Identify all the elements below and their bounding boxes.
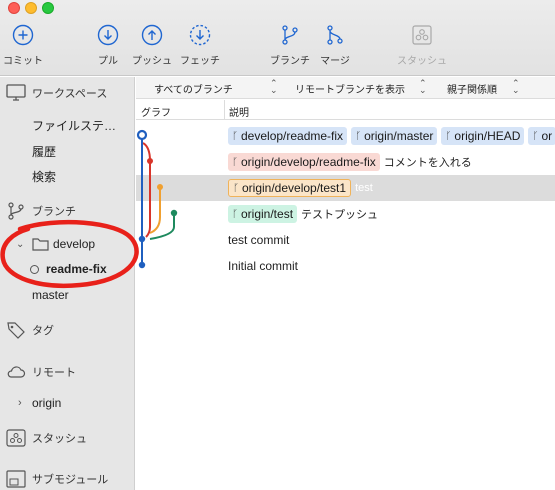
commit-node[interactable] bbox=[147, 158, 153, 164]
branch-icon: ᚴ bbox=[232, 208, 238, 220]
commit-button[interactable]: コミット bbox=[3, 24, 43, 67]
branch-label-pill[interactable]: ᚴ origin/develop/readme-fix bbox=[228, 153, 380, 171]
branch-label-pill[interactable]: ᚴ or bbox=[528, 127, 555, 145]
commit-description: Initial commit bbox=[228, 253, 298, 279]
sidebar-item-history[interactable]: 履歴 bbox=[0, 140, 135, 162]
order-select[interactable]: 親子関係順 bbox=[447, 81, 497, 96]
stash-icon bbox=[6, 429, 26, 447]
branch-label[interactable]: ブランチ bbox=[268, 52, 312, 67]
branch-label-text: or bbox=[541, 129, 553, 143]
sidebar-item-label: origin bbox=[32, 396, 62, 410]
sidebar-item-file-status[interactable]: ファイルステ… bbox=[0, 114, 135, 136]
push-label: プッシュ bbox=[132, 56, 172, 67]
description-column-header[interactable]: 説明 bbox=[229, 104, 249, 119]
sidebar-section-stashes[interactable]: スタッシュ bbox=[0, 427, 135, 449]
branch-label-pill[interactable]: ᚴ origin/develop/test1 bbox=[228, 179, 352, 197]
updown-chevron-icon[interactable]: ⌃ ⌄ bbox=[419, 79, 427, 95]
arrow-up-circle-icon bbox=[141, 24, 163, 46]
commit-description: ᚴ origin/develop/test1 test bbox=[228, 175, 373, 201]
branch-button[interactable]: ブランチ bbox=[268, 24, 312, 67]
branch-label-pill[interactable]: ᚴ develop/readme-fix bbox=[228, 127, 348, 145]
commit-node-head[interactable] bbox=[136, 129, 148, 141]
sidebar-workspace-label: ワークスペース bbox=[32, 88, 108, 100]
graph-line-orange bbox=[149, 187, 161, 234]
commit-message: Initial commit bbox=[228, 259, 299, 273]
chevron-right-icon[interactable]: › bbox=[18, 397, 22, 409]
submodule-icon bbox=[6, 470, 26, 488]
sidebar-item-label: 履歴 bbox=[32, 144, 57, 159]
branch-label-text: origin/develop/readme-fix bbox=[241, 155, 376, 169]
branch-label-pill[interactable]: ᚴ origin/HEAD bbox=[441, 127, 525, 145]
monitor-icon bbox=[6, 84, 26, 101]
zoom-window-button[interactable] bbox=[42, 2, 54, 14]
remote-filter-select[interactable]: リモートブランチを表示 bbox=[295, 81, 405, 96]
toolbar: コミット プル プッシュ フェッチ ブランチ マージ スタッシュ bbox=[0, 0, 555, 76]
pull-button[interactable]: プル bbox=[93, 24, 123, 67]
graph-line-green bbox=[149, 213, 175, 240]
branch-label-text: origin/develop/test1 bbox=[242, 181, 347, 195]
commit-node[interactable] bbox=[157, 184, 163, 190]
branch-label-pill[interactable]: ᚴ origin/master bbox=[351, 127, 438, 145]
branch-icon: ᚴ bbox=[445, 130, 452, 142]
commit-label: コミット bbox=[3, 56, 43, 67]
commit-description: ᚴ origin/test テストプッシュ bbox=[228, 201, 378, 227]
branch-label-text: origin/master bbox=[364, 129, 434, 143]
commit-description: ᚴ develop/readme-fix ᚴ origin/master ᚴ orig… bbox=[228, 123, 555, 149]
branch-icon bbox=[8, 202, 24, 220]
fetch-button[interactable]: フェッチ bbox=[178, 24, 222, 67]
column-divider[interactable] bbox=[224, 100, 225, 120]
commit-description: test commit bbox=[228, 227, 289, 253]
branch-label-pill[interactable]: ᚴ origin/test bbox=[228, 205, 298, 223]
sidebar-branches-label: ブランチ bbox=[32, 206, 76, 218]
plus-circle-icon bbox=[12, 24, 34, 46]
commit-message: コメントを入れる bbox=[383, 157, 472, 169]
sidebar-item-search[interactable]: 検索 bbox=[0, 165, 135, 187]
commit-message: テストプッシュ bbox=[301, 209, 379, 221]
merge-label: マージ bbox=[320, 56, 350, 67]
stash-icon bbox=[412, 25, 432, 45]
sidebar-section-tags[interactable]: タグ bbox=[0, 319, 135, 341]
updown-chevron-icon[interactable]: ⌃ ⌄ bbox=[512, 79, 520, 95]
branch-icon: ᚴ bbox=[532, 130, 539, 142]
sidebar-item-label: ファイルステ… bbox=[32, 118, 117, 133]
branch-label-text: origin/test bbox=[241, 207, 294, 221]
branch-icon: ᚴ bbox=[232, 130, 238, 142]
branch-icon bbox=[282, 25, 298, 45]
stash-label: スタッシュ bbox=[397, 56, 447, 67]
minimize-window-button[interactable] bbox=[25, 2, 37, 14]
commit-message: test bbox=[355, 182, 373, 194]
sidebar-item-label: master bbox=[32, 288, 69, 302]
close-window-button[interactable] bbox=[8, 2, 20, 14]
sidebar-submodules-label: サブモジュール bbox=[32, 474, 109, 486]
branch-label-text: develop/readme-fix bbox=[241, 129, 344, 143]
tag-icon bbox=[7, 322, 25, 339]
sidebar-section-workspace[interactable]: ワークスペース bbox=[0, 82, 135, 104]
sidebar-tags-label: タグ bbox=[32, 325, 54, 337]
commit-history-panel: すべてのブランチ ⌃ ⌄ リモートブランチを表示 ⌃ ⌄ 親子関係順 ⌃ ⌄ グラフ … bbox=[136, 77, 555, 490]
commit-node[interactable] bbox=[170, 209, 178, 217]
sidebar-section-submodules[interactable]: サブモジュール bbox=[0, 468, 135, 490]
commit-message: test commit bbox=[228, 233, 290, 247]
commit-description: ᚴ origin/develop/readme-fix コメントを入れる bbox=[228, 149, 472, 175]
sidebar-stashes-label: スタッシュ bbox=[32, 433, 87, 445]
merge-button[interactable]: マージ bbox=[317, 24, 353, 67]
sidebar-item-label: 検索 bbox=[32, 169, 57, 184]
branch-icon: ᚴ bbox=[232, 156, 238, 168]
cloud-icon bbox=[7, 366, 26, 378]
sidebar-remote-origin[interactable]: › origin bbox=[0, 392, 135, 414]
dashed-arrow-down-circle-icon bbox=[189, 24, 211, 46]
branch-label-text: origin/HEAD bbox=[454, 129, 521, 143]
pull-label: プル bbox=[98, 56, 118, 67]
branch-icon: ᚴ bbox=[355, 130, 362, 142]
push-button[interactable]: プッシュ bbox=[130, 24, 174, 67]
sidebar-remotes-label: リモート bbox=[32, 367, 76, 379]
merge-icon bbox=[327, 25, 343, 45]
updown-chevron-icon[interactable]: ⌃ ⌄ bbox=[270, 79, 278, 95]
branch-icon: ᚴ bbox=[233, 182, 239, 194]
stash-button[interactable]: スタッシュ bbox=[396, 24, 448, 67]
fetch-label: フェッチ bbox=[180, 56, 220, 67]
sidebar-section-remotes[interactable]: リモート bbox=[0, 361, 135, 383]
annotation-circle bbox=[0, 219, 139, 288]
arrow-down-circle-icon bbox=[97, 24, 119, 46]
